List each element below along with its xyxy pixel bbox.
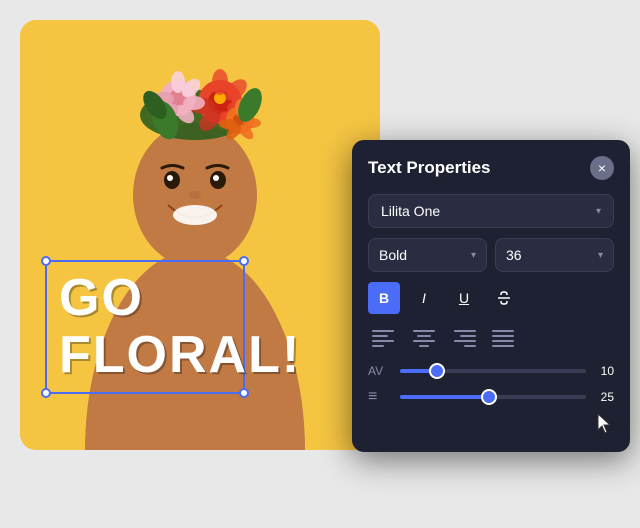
cursor-icon [594,412,614,436]
tracking-slider-row: AV 10 [368,364,614,378]
line-height-slider-fill [400,395,489,399]
chevron-down-icon-2: ▾ [471,250,476,261]
handle-top-left[interactable] [41,256,51,266]
close-button[interactable]: × [590,156,614,180]
align-left-button[interactable] [368,324,400,352]
bold-button[interactable]: B [368,282,400,314]
tracking-slider-thumb[interactable] [429,363,445,379]
tracking-slider-track[interactable] [400,369,586,373]
chevron-down-icon: ▾ [596,206,601,217]
font-family-row: Lilita One ▾ [368,194,614,228]
cursor-area [368,416,614,436]
tracking-label: AV [368,364,392,378]
align-center-button[interactable] [408,324,440,352]
text-line-1: GO [59,270,231,327]
photo-card: GO FLORAL! [20,20,380,450]
line-height-slider-thumb[interactable] [481,389,497,405]
panel-title: Text Properties [368,158,491,178]
font-weight-dropdown[interactable]: Bold ▾ [368,238,487,272]
underline-button[interactable]: U [448,282,480,314]
line-height-slider-track[interactable] [400,395,586,399]
italic-button[interactable]: I [408,282,440,314]
text-line-2: FLORAL! [59,327,231,384]
font-size-dropdown[interactable]: 36 ▾ [495,238,614,272]
line-height-value: 25 [594,390,614,404]
format-buttons-row: B I U [368,282,614,314]
text-properties-panel: Text Properties × Lilita One ▾ Bold ▾ 36… [352,140,630,452]
font-family-value: Lilita One [381,203,440,219]
tracking-value: 10 [594,364,614,378]
font-weight-value: Bold [379,247,407,263]
font-family-dropdown[interactable]: Lilita One ▾ [368,194,614,228]
canvas-text[interactable]: GO FLORAL! [59,270,231,384]
chevron-down-icon-3: ▾ [598,250,603,261]
line-height-label: ≡ [368,388,392,406]
panel-header: Text Properties × [368,156,614,180]
strikethrough-button[interactable] [488,282,520,314]
align-justify-button[interactable] [488,324,520,352]
font-size-value: 36 [506,247,522,263]
align-right-button[interactable] [448,324,480,352]
text-selection-box[interactable]: GO FLORAL! [45,260,245,394]
font-style-row: Bold ▾ 36 ▾ [368,238,614,272]
canvas-area: GO FLORAL! Text Properties × Lilita One … [0,0,640,528]
handle-top-right[interactable] [239,256,249,266]
line-height-slider-row: ≡ 25 [368,388,614,406]
alignment-buttons-row [368,324,614,352]
